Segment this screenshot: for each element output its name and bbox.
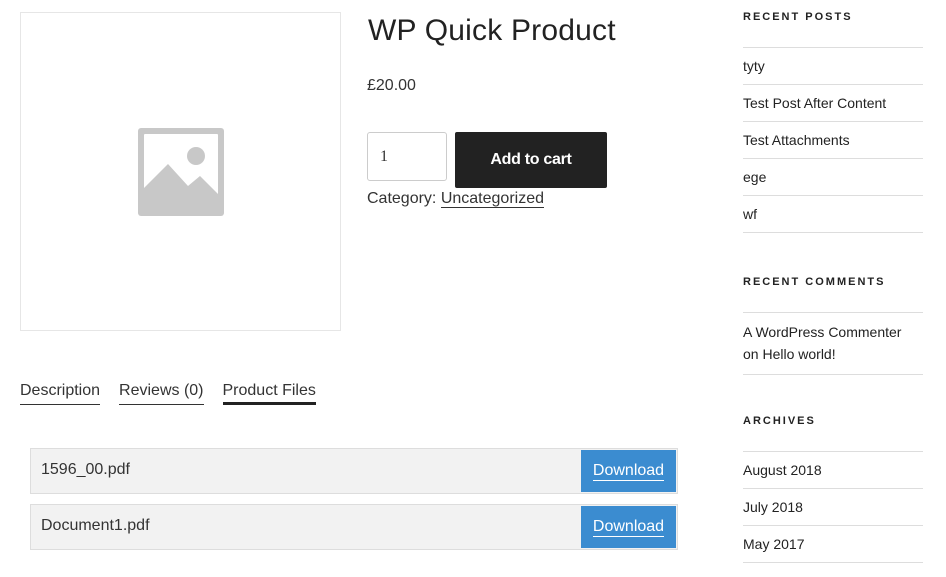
tab-reviews[interactable]: Reviews (0) <box>119 382 204 405</box>
archives-list: August 2018 July 2018 May 2017 <box>743 451 923 563</box>
download-button[interactable]: Download <box>581 506 676 548</box>
file-row: Document1.pdf Download <box>30 504 678 550</box>
placeholder-image-icon <box>138 128 224 216</box>
comment-on-text: on <box>743 346 759 362</box>
recent-post-item[interactable]: wf <box>743 196 923 233</box>
file-name: 1596_00.pdf <box>41 461 130 478</box>
recent-comments-list: A WordPress Commenter on Hello world! <box>743 312 923 375</box>
recent-post-item[interactable]: ege <box>743 159 923 196</box>
recent-comments-title: RECENT COMMENTS <box>743 276 886 288</box>
recent-post-item[interactable]: Test Post After Content <box>743 85 923 122</box>
download-label: Download <box>592 517 665 537</box>
product-category: Category: Uncategorized <box>367 190 544 208</box>
recent-post-item[interactable]: Test Attachments <box>743 122 923 159</box>
product-title: WP Quick Product <box>368 14 616 47</box>
add-to-cart-button[interactable]: Add to cart <box>455 132 607 188</box>
product-tabs: Description Reviews (0) Product Files <box>20 382 335 405</box>
product-files-list: 1596_00.pdf Download Document1.pdf Downl… <box>30 448 678 560</box>
product-image[interactable] <box>20 12 341 331</box>
product-price: £20.00 <box>367 77 416 94</box>
comment-post-link[interactable]: Hello world! <box>762 346 835 362</box>
comment-author-link[interactable]: A WordPress Commenter <box>743 324 901 340</box>
download-button[interactable]: Download <box>581 450 676 492</box>
recent-posts-list: tyty Test Post After Content Test Attach… <box>743 47 923 233</box>
recent-posts-title: RECENT POSTS <box>743 11 853 23</box>
category-link[interactable]: Uncategorized <box>440 190 544 208</box>
archive-item[interactable]: May 2017 <box>743 526 923 563</box>
tab-description[interactable]: Description <box>20 382 101 405</box>
download-label: Download <box>592 461 665 481</box>
tab-product-files[interactable]: Product Files <box>222 382 316 405</box>
archive-item[interactable]: August 2018 <box>743 452 923 489</box>
recent-comment-item: A WordPress Commenter on Hello world! <box>743 313 923 375</box>
file-name: Document1.pdf <box>41 517 150 534</box>
archive-item[interactable]: July 2018 <box>743 489 923 526</box>
recent-post-item[interactable]: tyty <box>743 48 923 85</box>
category-label: Category: <box>367 190 437 207</box>
archives-title: ARCHIVES <box>743 415 816 427</box>
quantity-input[interactable] <box>367 132 447 181</box>
file-row: 1596_00.pdf Download <box>30 448 678 494</box>
